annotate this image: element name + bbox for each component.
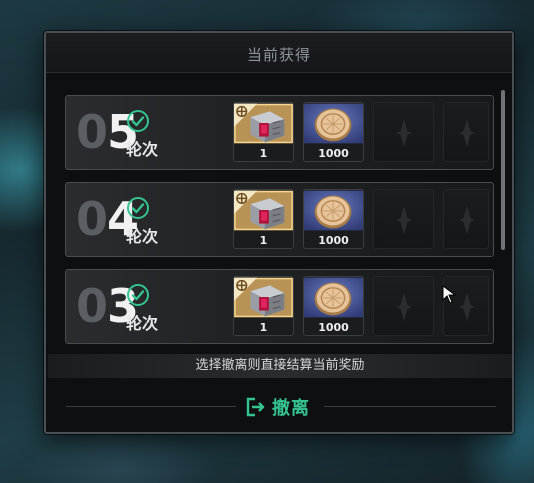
panel-title: 当前获得 xyxy=(246,46,311,64)
round-label: 轮次 xyxy=(126,140,159,159)
reward-slot-coin[interactable]: 1000 xyxy=(303,102,364,162)
round-list[interactable]: 05 轮次 1 1000 04 轮次 1 1000 03 轮次 1 1000 xyxy=(46,73,512,349)
item-count: 1000 xyxy=(304,231,363,248)
empty-slot-emblem-icon xyxy=(396,293,412,321)
withdraw-label: 撤离 xyxy=(272,398,310,419)
empty-slot-emblem-icon xyxy=(459,119,475,147)
check-circle-icon xyxy=(127,284,149,306)
reward-slot-chest[interactable]: 1 xyxy=(233,189,294,249)
divider xyxy=(324,406,496,407)
divider xyxy=(66,406,236,407)
empty-slot-emblem-icon xyxy=(459,206,475,234)
reward-slot-coin[interactable]: 1000 xyxy=(303,189,364,249)
empty-slot xyxy=(373,276,434,336)
gold-coin-icon xyxy=(304,277,363,318)
empty-slot-emblem-icon xyxy=(459,293,475,321)
reward-slot-coin[interactable]: 1000 xyxy=(303,276,364,336)
round-label: 轮次 xyxy=(126,314,159,333)
rewards-panel: 当前获得 05 轮次 1 1000 04 轮次 1 1000 03 轮次 1 1… xyxy=(44,31,514,434)
reward-slot-chest[interactable]: 1 xyxy=(233,102,294,162)
withdraw-notice: 选择撤离则直接结算当前奖励 xyxy=(48,354,512,378)
reward-slot-chest[interactable]: 1 xyxy=(233,276,294,336)
empty-slot-emblem-icon xyxy=(396,206,412,234)
empty-slot xyxy=(373,189,434,249)
gold-coin-icon xyxy=(304,190,363,231)
empty-slot xyxy=(443,102,489,162)
check-circle-icon xyxy=(127,110,149,132)
item-count: 1000 xyxy=(304,318,363,335)
treasure-chest-icon xyxy=(234,190,293,231)
round-row-03: 03 轮次 1 1000 xyxy=(65,269,494,344)
empty-slot xyxy=(443,189,489,249)
treasure-chest-icon xyxy=(234,103,293,144)
item-count: 1 xyxy=(234,231,293,248)
mouse-cursor-icon xyxy=(442,285,457,304)
round-label: 轮次 xyxy=(126,227,159,246)
exit-icon xyxy=(246,397,265,417)
item-count: 1000 xyxy=(304,144,363,161)
empty-slot-emblem-icon xyxy=(396,119,412,147)
treasure-chest-icon xyxy=(234,277,293,318)
empty-slot xyxy=(373,102,434,162)
panel-header: 当前获得 xyxy=(46,33,512,73)
round-row-04: 04 轮次 1 1000 xyxy=(65,182,494,257)
item-count: 1 xyxy=(234,318,293,335)
item-count: 1 xyxy=(234,144,293,161)
gold-coin-icon xyxy=(304,103,363,144)
round-row-05: 05 轮次 1 1000 xyxy=(65,95,494,170)
check-circle-icon xyxy=(127,197,149,219)
scrollbar[interactable] xyxy=(501,90,505,250)
withdraw-button[interactable]: 撤离 xyxy=(246,394,310,420)
